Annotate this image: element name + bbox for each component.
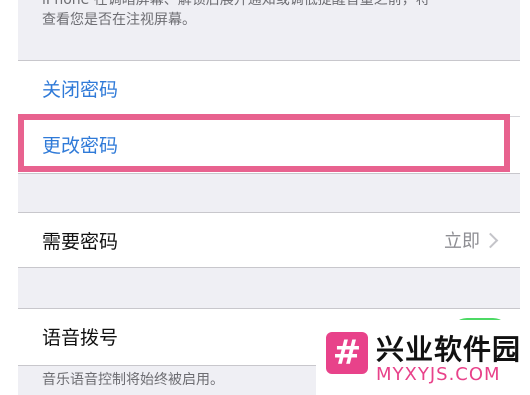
require-passcode-value: 立即 xyxy=(444,231,480,252)
voice-dial-label: 语音拨号 xyxy=(42,326,119,349)
change-passcode-label: 更改密码 xyxy=(42,134,119,157)
change-passcode-button[interactable]: 更改密码 xyxy=(18,117,520,171)
require-passcode-label: 需要密码 xyxy=(42,230,119,253)
require-passcode-row[interactable]: 需要密码 立即 xyxy=(18,213,520,267)
passcode-group: 关闭密码 更改密码 xyxy=(18,60,520,174)
watermark-logo-icon: # xyxy=(326,332,368,374)
watermark-title: 兴业软件园 xyxy=(376,333,522,366)
watermark-url: MYXYJS.COM xyxy=(376,364,501,385)
attention-note: iPhone 在调暗屏幕、解锁后展开通知或调低提醒音量之前，将 查看您是否在注视… xyxy=(42,0,512,30)
turn-passcode-off-label: 关闭密码 xyxy=(42,78,119,101)
attention-note-line1: iPhone 在调暗屏幕、解锁后展开通知或调低提醒音量之前，将 xyxy=(42,0,430,8)
require-passcode-group: 需要密码 立即 xyxy=(18,212,520,268)
chevron-right-icon xyxy=(482,232,499,248)
voice-control-note: 音乐语音控制将始终被启用。 xyxy=(42,372,224,388)
turn-passcode-off-button[interactable]: 关闭密码 xyxy=(18,61,520,115)
watermark: # 兴业软件园 MYXYJS.COM xyxy=(316,320,530,395)
attention-note-line2: 查看您是否在注视屏幕。 xyxy=(42,12,196,28)
